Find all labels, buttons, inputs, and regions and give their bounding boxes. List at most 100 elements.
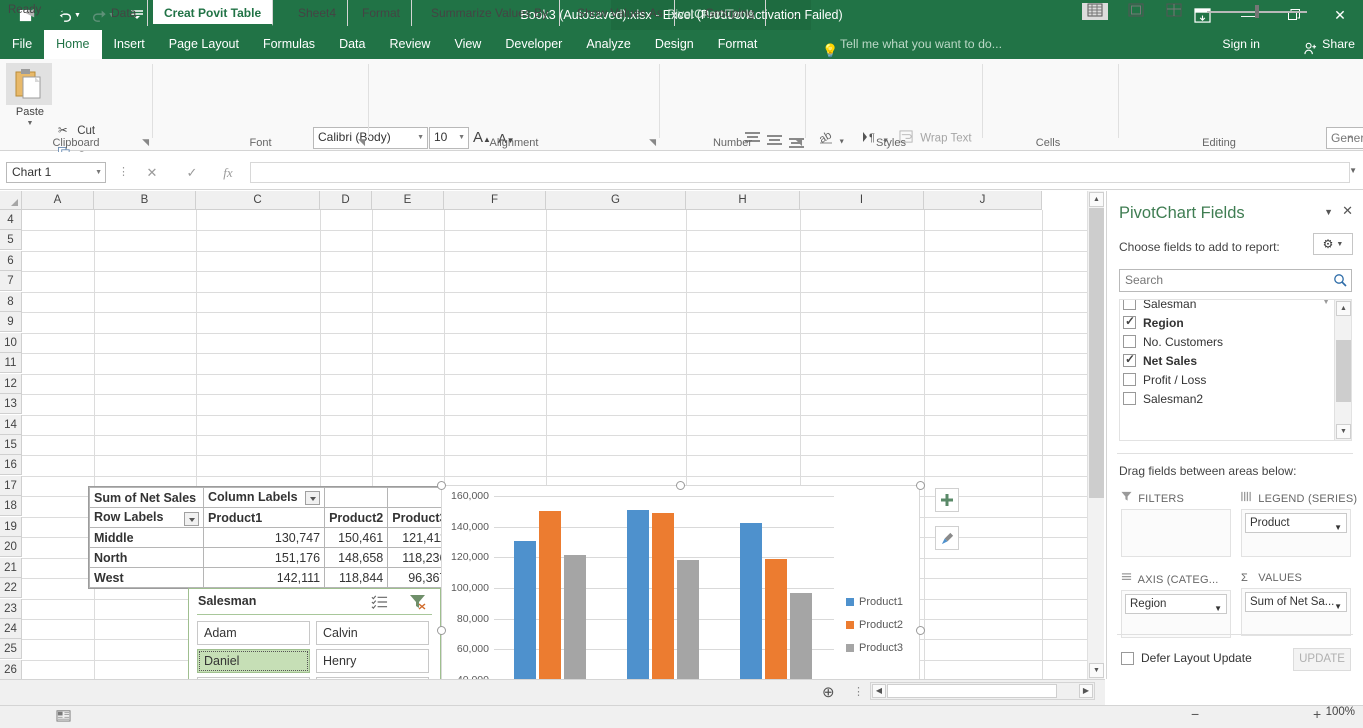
row-header-11[interactable]: 11 [0,353,22,374]
share-button[interactable]: Share [1304,30,1355,59]
column-header-f[interactable]: F [444,191,546,210]
tab-analyze[interactable]: Analyze [574,30,642,59]
chart-resize-handle-ne[interactable] [916,481,925,490]
row-header-10[interactable]: 10 [0,332,22,353]
column-labels-filter-icon[interactable] [305,490,321,505]
row-header-17[interactable]: 17 [0,475,22,496]
sheet-tab-overflow[interactable]: ... [779,0,811,26]
scroll-left-button[interactable]: ◀ [872,684,886,698]
chart-elements-button[interactable] [935,488,959,512]
column-header-j[interactable]: J [924,191,1042,210]
scroll-up-button[interactable]: ▲ [1089,192,1104,207]
field-item-salesman[interactable]: Salesman [1123,300,1329,313]
pivot-chart[interactable]: 020,00040,00060,00080,000100,000120,0001… [441,485,920,679]
checkbox-salesman[interactable] [1123,300,1136,310]
grid-vertical-scrollbar[interactable]: ▲ ▼ [1087,191,1104,679]
row-header-24[interactable]: 24 [0,619,22,639]
clipboard-dialog-launcher[interactable]: ◥ [142,137,149,148]
tab-view[interactable]: View [442,30,493,59]
cancel-formula-button[interactable]: ✕ [140,162,164,183]
row-header-23[interactable]: 23 [0,598,22,619]
restore-button[interactable] [1271,0,1317,30]
normal-view-button[interactable] [1082,3,1108,20]
next-sheet-button[interactable]: ▶ [52,6,68,19]
column-header-h[interactable]: H [686,191,800,210]
chart-legend[interactable]: Product1 Product2 Product3 [846,596,903,665]
field-item-no-customers[interactable]: No. Customers [1123,332,1329,351]
column-header-d[interactable]: D [320,191,372,210]
minimize-button[interactable]: — [1225,0,1271,30]
chart-bar-middle-product2[interactable] [538,510,561,679]
field-chip-product[interactable]: Product ▼ [1245,513,1347,533]
field-scroll-thumb[interactable] [1336,340,1351,402]
expand-formula-bar-icon[interactable]: ▼ [1349,166,1357,175]
zone-box-legend[interactable]: Product ▼ [1241,509,1351,557]
field-chip-sum-net-sales[interactable]: Sum of Net Sa... ▼ [1245,592,1347,612]
pivot-row-labels-header[interactable]: Row Labels [89,507,204,528]
slicer-item-adam[interactable]: Adam [197,621,310,645]
pane-tools-button[interactable]: ⚙ ▼ [1313,233,1353,255]
zoom-out-button[interactable]: − [1191,706,1199,722]
horizontal-scroll-thumb[interactable] [887,684,1057,698]
scroll-right-button[interactable]: ▶ [1079,684,1093,698]
tab-file[interactable]: File [0,30,45,59]
row-header-25[interactable]: 25 [0,639,22,660]
pane-close-icon[interactable]: ✕ [1342,203,1353,219]
font-dialog-launcher[interactable]: ◥ [358,137,365,148]
column-header-e[interactable]: E [372,191,444,210]
chip-chevron-down-icon[interactable]: ▼ [1214,600,1222,618]
row-header-19[interactable]: 19 [0,516,22,537]
paste-chevron-down-icon[interactable]: ▼ [6,118,54,130]
slicer-item-henry[interactable]: Henry [316,649,429,673]
zone-box-values[interactable]: Sum of Net Sa... ▼ [1241,588,1351,636]
legend-item-product1[interactable]: Product1 [846,596,903,608]
row-header-26[interactable]: 26 [0,659,22,679]
tab-page-layout[interactable]: Page Layout [157,30,251,59]
field-item-region[interactable]: Region [1123,313,1329,332]
sheet-tab-creat-povit-table[interactable]: Creat Povit Table [153,0,274,26]
field-list-scrollbar[interactable]: ▲ ▼ [1334,300,1351,440]
tab-developer[interactable]: Developer [493,30,574,59]
zone-values[interactable]: Σ VALUES Sum of Net Sa... ▼ [1241,572,1351,636]
sign-in-button[interactable]: Sign in [1222,30,1260,59]
page-layout-view-button[interactable] [1123,3,1149,20]
chart-styles-button[interactable] [935,526,959,550]
insert-function-button[interactable]: fx [216,162,240,183]
zoom-in-button[interactable]: + [1313,706,1321,722]
row-header-16[interactable]: 16 [0,455,22,476]
chip-chevron-down-icon[interactable]: ▼ [1334,598,1342,616]
chart-bar-west-product1[interactable] [740,523,763,679]
pivot-column-labels-header[interactable]: Column Labels [202,487,326,508]
tab-home[interactable]: Home [44,30,102,59]
row-header-9[interactable]: 9 [0,312,22,333]
chart-resize-handle-w[interactable] [437,626,446,635]
name-box[interactable]: Chart 1 ▼ [6,162,106,183]
field-search-input[interactable]: Search [1119,269,1352,292]
checkbox-defer-layout-update[interactable] [1121,651,1134,665]
horizontal-scrollbar[interactable]: ◀ ▶ [870,682,1095,700]
chart-bar-middle-product3[interactable] [563,555,586,679]
multi-select-icon[interactable] [371,594,388,610]
sheet-tab-show-values-as[interactable]: Show Values As [566,0,675,26]
field-item-salesman2[interactable]: Salesman2 [1123,389,1329,408]
alignment-dialog-launcher[interactable]: ◥ [649,137,656,148]
row-header-15[interactable]: 15 [0,434,22,455]
row-header-5[interactable]: 5 [0,230,22,251]
slicer-item-daniel[interactable]: Daniel [197,649,310,673]
row-header-21[interactable]: 21 [0,557,22,578]
column-header-g[interactable]: G [546,191,686,210]
field-scroll-up-button[interactable]: ▲ [1336,301,1351,316]
paste-button[interactable]: Paste ▼ [6,63,54,130]
collapse-ribbon-icon[interactable]: ⌃ [1346,134,1355,147]
checkbox-no-customers[interactable] [1123,335,1136,348]
search-icon[interactable] [1333,273,1347,290]
column-header-i[interactable]: I [800,191,924,210]
salesman-slicer[interactable]: Salesman Adam Calvin Daniel Henry Justin… [188,588,441,679]
row-header-20[interactable]: 20 [0,537,22,558]
column-header-a[interactable]: A [22,191,94,210]
slicer-item-calvin[interactable]: Calvin [316,621,429,645]
field-chip-region[interactable]: Region ▼ [1125,594,1227,614]
field-item-net-sales[interactable]: Net Sales [1123,351,1329,370]
chip-chevron-down-icon[interactable]: ▼ [1334,519,1342,537]
number-format-select[interactable]: General ▼ [1326,127,1363,149]
